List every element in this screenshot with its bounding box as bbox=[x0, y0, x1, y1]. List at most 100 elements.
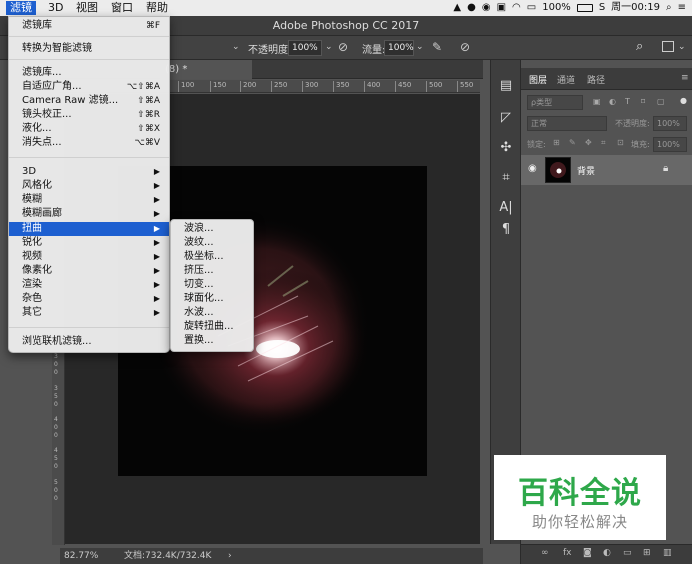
airbrush-icon[interactable]: ✎ bbox=[432, 40, 442, 54]
puzzle-icon[interactable]: ✣ bbox=[498, 140, 514, 156]
layer-filter-select[interactable]: ρ类型 bbox=[527, 95, 583, 110]
chevron-down-icon[interactable]: ⌄ bbox=[416, 42, 424, 52]
delete-layer-icon[interactable]: ▥ bbox=[663, 548, 672, 558]
layer-opacity-input[interactable]: 100% bbox=[653, 116, 687, 131]
lock-brush-icon[interactable]: ✎ bbox=[569, 138, 576, 147]
submenu-item-displace[interactable]: 置换... bbox=[171, 334, 253, 348]
adjustment-filter-icon[interactable]: ◐ bbox=[609, 97, 616, 106]
workspace-icon[interactable] bbox=[662, 41, 674, 52]
eye-icon[interactable]: ◉ bbox=[528, 163, 537, 174]
lock-position-icon[interactable]: ✥ bbox=[585, 138, 592, 147]
menu-filter[interactable]: 滤镜 bbox=[6, 1, 36, 15]
lock-all-icon[interactable]: ⊡ bbox=[617, 138, 624, 147]
clock[interactable]: 周一00:19 bbox=[611, 1, 660, 15]
opacity-input[interactable]: 100% bbox=[288, 40, 322, 56]
input-method-icon[interactable]: ▣ bbox=[497, 1, 506, 15]
window-title: Adobe Photoshop CC 2017 bbox=[272, 19, 420, 32]
lock-pixels-icon[interactable]: ⊞ bbox=[553, 138, 560, 147]
menu-item-sharpen[interactable]: 锐化 ▶ bbox=[9, 236, 169, 250]
lock-icon[interactable]: 🔒︎ bbox=[663, 163, 668, 174]
menu-item-distort[interactable]: 扭曲 ▶ bbox=[9, 222, 169, 236]
paragraph-icon[interactable]: ¶ bbox=[498, 222, 514, 238]
layer-mask-icon[interactable]: ◙ bbox=[583, 548, 592, 558]
submenu-item-spherize[interactable]: 球面化... bbox=[171, 292, 253, 306]
panel-menu-icon[interactable]: ≡ bbox=[681, 73, 689, 83]
menu-item-liquify[interactable]: 液化... ⇧⌘X bbox=[9, 122, 169, 136]
menu-item-convert-smart-filter[interactable]: 转换为智能滤镜 bbox=[9, 42, 169, 56]
submenu-item-wave[interactable]: 波浪... bbox=[171, 222, 253, 236]
search-icon[interactable]: ⌕ bbox=[666, 1, 672, 15]
menu-item-other[interactable]: 其它 ▶ bbox=[9, 306, 169, 320]
menu-item-blur[interactable]: 模糊 ▶ bbox=[9, 193, 169, 207]
fx-icon[interactable]: fx bbox=[563, 548, 572, 558]
document-tab[interactable]: (8) * bbox=[160, 60, 252, 79]
search-icon[interactable]: ⌕ bbox=[636, 39, 643, 54]
layer-comps-icon[interactable]: ▤ bbox=[498, 78, 514, 94]
watermark: 百科全说 助你轻松解决 bbox=[494, 455, 666, 540]
list-icon[interactable]: ≡ bbox=[678, 1, 686, 15]
document-info[interactable]: 文档:732.4K/732.4K bbox=[124, 548, 211, 564]
menu-window[interactable]: 窗口 bbox=[107, 1, 137, 15]
lock-artboard-icon[interactable]: ⌗ bbox=[601, 138, 606, 148]
notification-icon[interactable]: ▲ bbox=[453, 1, 461, 15]
ruler-tick: 450 bbox=[395, 81, 411, 92]
tab-layers[interactable]: 图层 bbox=[529, 73, 547, 86]
pressure-size-icon[interactable]: ⊘ bbox=[460, 40, 470, 54]
battery-icon[interactable] bbox=[576, 4, 593, 12]
pressure-opacity-icon[interactable]: ⊘ bbox=[338, 40, 348, 54]
wechat-icon[interactable]: ● bbox=[467, 1, 476, 15]
menu-item-lens-correction[interactable]: 镜头校正... ⇧⌘R bbox=[9, 108, 169, 122]
submenu-item-shear[interactable]: 切变... bbox=[171, 278, 253, 292]
chevron-down-icon[interactable]: ⌄ bbox=[232, 42, 240, 52]
menu-item-blur-gallery[interactable]: 模糊画廊 ▶ bbox=[9, 207, 169, 221]
airplay-icon[interactable]: ▭ bbox=[527, 1, 536, 15]
crop-icon[interactable]: ⌗ bbox=[498, 170, 514, 186]
submenu-item-ripple[interactable]: 波纹... bbox=[171, 236, 253, 250]
link-layers-icon[interactable]: ∞ bbox=[541, 548, 549, 558]
menu-separator bbox=[9, 59, 169, 60]
menu-3d[interactable]: 3D bbox=[44, 1, 67, 15]
menu-item-adaptive-wide-angle[interactable]: 自适应广角... ⌥⇧⌘A bbox=[9, 80, 169, 94]
character-icon[interactable]: A| bbox=[498, 200, 514, 216]
new-group-icon[interactable]: ▭ bbox=[623, 548, 632, 558]
menu-view[interactable]: 视图 bbox=[72, 1, 102, 15]
submenu-item-polar-coordinates[interactable]: 极坐标... bbox=[171, 250, 253, 264]
menu-item-browse-online[interactable]: 浏览联机滤镜... bbox=[9, 335, 169, 349]
shape-filter-icon[interactable]: ⌑ bbox=[641, 97, 645, 106]
submenu-item-twirl[interactable]: 旋转扭曲... bbox=[171, 320, 253, 334]
menu-help[interactable]: 帮助 bbox=[142, 1, 172, 15]
layer-row-background[interactable]: ◉ 背景 🔒︎ bbox=[521, 155, 692, 185]
image-filter-icon[interactable]: ▣ bbox=[593, 97, 601, 106]
menu-item-filter-gallery[interactable]: 滤镜库... bbox=[9, 66, 169, 80]
qq-icon[interactable]: ◉ bbox=[482, 1, 491, 15]
submenu-item-pinch[interactable]: 挤压... bbox=[171, 264, 253, 278]
menu-item-filter-gallery-last[interactable]: 滤镜库 ⌘F bbox=[9, 19, 169, 33]
flow-input[interactable]: 100% bbox=[384, 40, 414, 56]
s-app-icon[interactable]: S bbox=[599, 1, 605, 15]
type-filter-icon[interactable]: T bbox=[625, 97, 630, 106]
tab-paths[interactable]: 路径 bbox=[587, 73, 605, 86]
tab-channels[interactable]: 通道 bbox=[557, 73, 575, 86]
menu-item-video[interactable]: 视频 ▶ bbox=[9, 250, 169, 264]
new-layer-icon[interactable]: ⊞ bbox=[643, 548, 651, 558]
blend-mode-select[interactable]: 正常 bbox=[527, 116, 607, 131]
wifi-icon[interactable]: ◠ bbox=[512, 1, 521, 15]
brush-settings-icon[interactable]: ◸ bbox=[498, 110, 514, 126]
menu-item-3d[interactable]: 3D ▶ bbox=[9, 165, 169, 179]
menu-item-vanishing-point[interactable]: 消失点... ⌥⌘V bbox=[9, 136, 169, 150]
chevron-down-icon[interactable]: ⌄ bbox=[678, 42, 686, 52]
menu-item-noise[interactable]: 杂色 ▶ bbox=[9, 292, 169, 306]
menu-item-camera-raw[interactable]: Camera Raw 滤镜... ⇧⌘A bbox=[9, 94, 169, 108]
submenu-item-zigzag[interactable]: 水波... bbox=[171, 306, 253, 320]
zoom-level[interactable]: 82.77% bbox=[64, 548, 98, 564]
adjustment-layer-icon[interactable]: ◐ bbox=[603, 548, 611, 558]
layer-name[interactable]: 背景 bbox=[577, 164, 595, 177]
menu-item-render[interactable]: 渲染 ▶ bbox=[9, 278, 169, 292]
smart-object-filter-icon[interactable]: ▢ bbox=[657, 97, 665, 106]
chevron-right-icon[interactable]: › bbox=[228, 548, 232, 564]
menu-item-pixelate[interactable]: 像素化 ▶ bbox=[9, 264, 169, 278]
menu-item-stylize[interactable]: 风格化 ▶ bbox=[9, 179, 169, 193]
fill-input[interactable]: 100% bbox=[653, 137, 687, 152]
filter-toggle-icon[interactable]: ● bbox=[680, 96, 687, 105]
chevron-down-icon[interactable]: ⌄ bbox=[325, 42, 333, 52]
